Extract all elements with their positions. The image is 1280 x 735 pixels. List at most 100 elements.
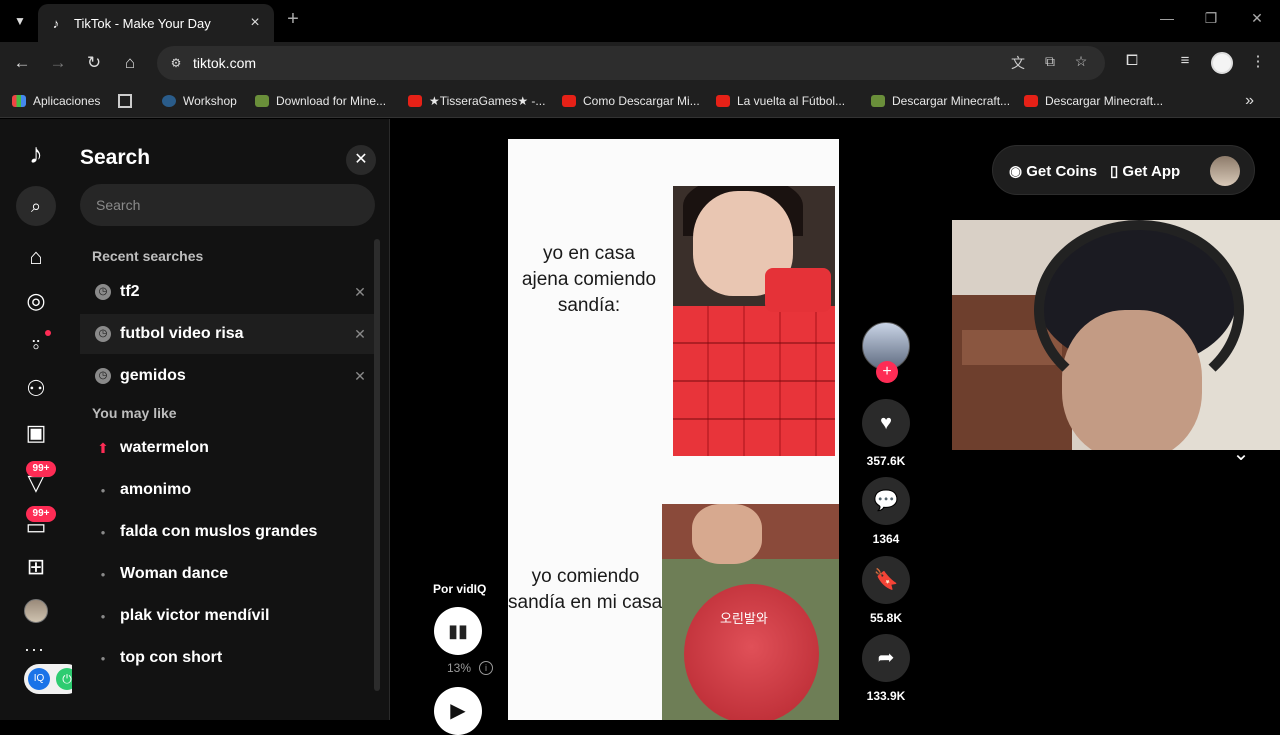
close-window-button[interactable]: ✕ [1242, 10, 1272, 30]
share-button[interactable]: ➦ [862, 634, 910, 682]
search-input[interactable] [80, 184, 375, 226]
info-icon[interactable]: i [479, 661, 493, 675]
search-field[interactable] [80, 184, 375, 226]
trending-icon: ⬆ [97, 439, 109, 456]
follow-plus-icon[interactable]: + [876, 361, 898, 383]
remove-icon[interactable]: ✕ [345, 326, 375, 343]
minecraft-icon [255, 95, 269, 107]
back-button[interactable]: ← [10, 52, 34, 76]
tab-search-button[interactable]: ▼ [8, 10, 32, 32]
more-icon[interactable]: ··· [24, 639, 45, 660]
explore-icon[interactable]: ◎ [22, 287, 50, 315]
bookmark-item[interactable]: Download for Mine... [255, 92, 386, 110]
bar-chart-icon: ▮▮ [448, 621, 468, 641]
recent-search-item[interactable]: ◷ tf2 ✕ [80, 272, 375, 312]
remove-icon[interactable]: ✕ [345, 284, 375, 301]
active-tab[interactable]: ♪ TikTok - Make Your Day × [38, 4, 274, 42]
minimize-button[interactable]: — [1152, 10, 1182, 30]
reload-button[interactable]: ↻ [82, 52, 106, 76]
browser-menu-icon[interactable]: ⋮ [1246, 52, 1270, 74]
bookmark-item[interactable]: La vuelta al Fútbol... [716, 92, 845, 110]
suggestion-item[interactable]: ● Woman dance [95, 559, 229, 589]
url-text[interactable]: tiktok.com [193, 55, 256, 71]
bookmark-item[interactable] [118, 92, 139, 110]
friends-icon[interactable]: ⚇ [22, 375, 50, 403]
like-button[interactable]: ♥ [862, 399, 910, 447]
tab-strip: ▼ ♪ TikTok - Make Your Day × + — ❐ ✕ [0, 0, 1280, 42]
bullet-icon: ● [100, 485, 106, 495]
bookmark-item[interactable]: ★TisseraGames★ -... [408, 92, 545, 110]
clock-icon: ◷ [95, 326, 111, 342]
activity-badge: 99+ [26, 461, 56, 477]
bookmark-item[interactable]: Aplicaciones [12, 92, 100, 110]
get-coins-button[interactable]: ◉ Get Coins [1009, 162, 1097, 180]
bookmark-item[interactable]: Como Descargar Mi... [562, 92, 700, 110]
tiktok-logo-icon[interactable]: ♪ [22, 139, 50, 169]
extensions-icon[interactable]: ⧠ [1120, 52, 1144, 74]
live-icon[interactable]: ▣ [22, 419, 50, 447]
share-icon: ➦ [877, 647, 895, 669]
you-may-like-label: You may like [92, 405, 177, 421]
suggestion-item[interactable]: ⬆ watermelon [95, 433, 209, 463]
search-panel: Search ✕ Recent searches ◷ tf2 ✕ ◷ futbo… [72, 119, 390, 720]
get-app-button[interactable]: ▯ Get App [1110, 162, 1180, 180]
comment-button[interactable]: 💬 [862, 477, 910, 525]
vidiq-stats-button[interactable]: ▮▮ [434, 607, 482, 655]
suggestion-item[interactable]: ● plak victor mendívil [95, 601, 270, 631]
install-app-icon[interactable]: ⧉ [1039, 53, 1061, 73]
profile-avatar[interactable] [24, 599, 48, 623]
left-rail: ♪ ⌕ ⌂ ◎ ⍤ ⚇ ▣ ▽ 99+ ▭ 99+ ⊞ ··· IQ ⏻ [0, 119, 82, 720]
bookmarks-bar: Aplicaciones Workshop Download for Mine.… [0, 84, 1280, 118]
bookmark-star-icon[interactable]: ☆ [1070, 53, 1092, 73]
user-avatar[interactable] [1210, 156, 1240, 186]
browser-toolbar: ← → ↻ ⌂ ⚙ tiktok.com 文 ⧉ ☆ ⧠ ≡ ⋮ [0, 42, 1280, 84]
bookmark-item[interactable]: Descargar Minecraft... [1024, 92, 1163, 110]
upload-icon[interactable]: ⊞ [22, 553, 50, 581]
vidiq-percent: 13% [447, 661, 472, 675]
youtube-icon [1024, 95, 1038, 107]
panel-scrollbar[interactable] [374, 239, 380, 691]
recent-search-item[interactable]: ◷ gemidos ✕ [80, 356, 375, 396]
meme-image-top [673, 186, 835, 456]
save-button[interactable]: 🔖 [862, 556, 910, 604]
home-icon[interactable]: ⌂ [22, 243, 50, 271]
media-queue-icon[interactable]: ≡ [1173, 52, 1197, 74]
webcam-overlay [952, 220, 1280, 450]
search-icon[interactable]: ⌕ [16, 186, 56, 226]
suggestion-item[interactable]: ● top con short [95, 643, 223, 673]
suggestion-item[interactable]: ● falda con muslos grandes [95, 517, 318, 547]
bookmark-item[interactable]: Descargar Minecraft... [871, 92, 1010, 110]
video-caption-bottom: yo comiendo sandía en mi casa: [508, 566, 668, 613]
restore-button[interactable]: ❐ [1196, 10, 1226, 30]
like-count: 357.6K [866, 454, 906, 468]
site-info-icon[interactable]: ⚙ [165, 52, 187, 74]
recent-search-item[interactable]: ◷ futbol video risa ✕ [80, 314, 375, 354]
home-button[interactable]: ⌂ [118, 52, 142, 76]
bullet-icon: ● [100, 653, 106, 663]
forward-button[interactable]: → [46, 52, 70, 76]
youtube-icon [408, 95, 422, 107]
messages-badge: 99+ [26, 506, 56, 522]
profile-avatar[interactable] [1211, 52, 1233, 74]
translate-icon[interactable]: 文 [1007, 53, 1029, 73]
bookmark-icon: 🔖 [873, 569, 899, 591]
remove-icon[interactable]: ✕ [345, 368, 375, 385]
chevron-down-icon[interactable]: ⌄ [1217, 441, 1265, 469]
bullet-icon: ● [100, 569, 106, 579]
video-feed: yo en casa ajena comiendo sandía: yo com… [391, 119, 1280, 735]
suggestion-item[interactable]: ● amonimo [95, 475, 192, 505]
play-button[interactable]: ▶ [434, 687, 482, 735]
tiktok-favicon-icon: ♪ [52, 15, 60, 31]
close-icon[interactable]: ✕ [346, 145, 376, 175]
address-bar[interactable]: ⚙ tiktok.com 文 ⧉ ☆ [157, 46, 1105, 80]
tab-close-icon[interactable]: × [246, 14, 264, 32]
bookmark-item[interactable]: Workshop [162, 92, 237, 110]
new-tab-button[interactable]: + [282, 8, 304, 30]
video-player[interactable]: yo en casa ajena comiendo sandía: yo com… [508, 139, 839, 720]
steam-icon [162, 95, 176, 107]
page-title: Search [80, 146, 151, 169]
minecraft-icon [871, 95, 885, 107]
clock-icon: ◷ [95, 368, 111, 384]
more-bookmarks-icon[interactable]: » [1245, 92, 1254, 110]
clock-icon: ◷ [95, 284, 111, 300]
